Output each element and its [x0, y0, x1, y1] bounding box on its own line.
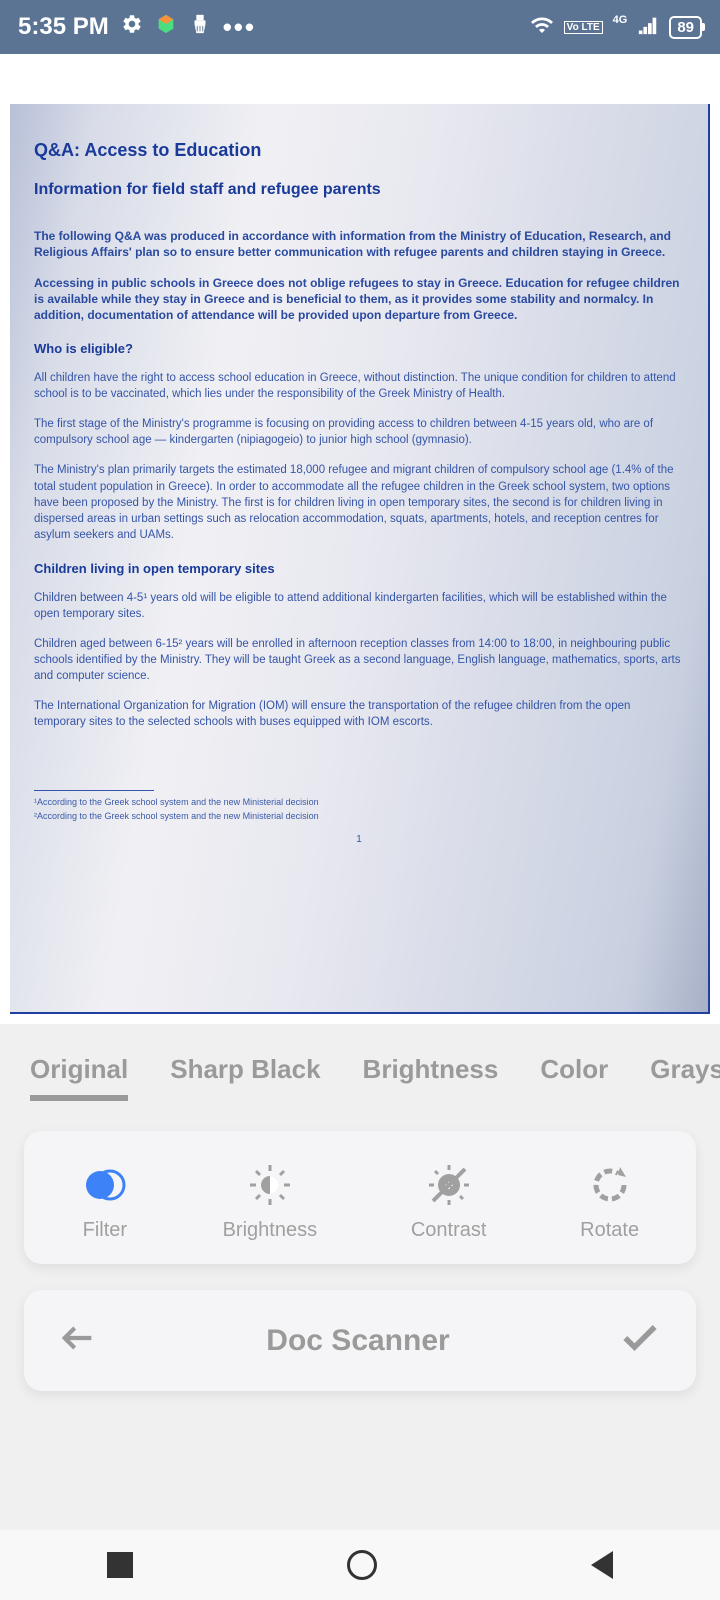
- footnote-rule: [34, 790, 154, 791]
- doc-section2-heading: Children living in open temporary sites: [34, 561, 684, 578]
- footnote-1: ¹According to the Greek school system an…: [34, 797, 684, 809]
- status-right: Vo LTE 4G 89: [530, 13, 702, 42]
- filter-tab-original[interactable]: Original: [30, 1054, 128, 1101]
- filter-tab-color[interactable]: Color: [540, 1054, 608, 1101]
- signal-icon: [637, 14, 659, 41]
- battery-indicator: 89: [669, 16, 702, 39]
- tools-panel: Filter Brightness + Contrast Rotate: [24, 1131, 696, 1264]
- home-button[interactable]: [347, 1550, 377, 1580]
- status-time: 5:35 PM: [18, 13, 109, 41]
- tool-contrast[interactable]: + Contrast: [411, 1161, 487, 1242]
- brightness-icon: [246, 1161, 294, 1209]
- volte-icon: Vo LTE: [564, 21, 603, 34]
- confirm-button[interactable]: [618, 1316, 662, 1365]
- back-nav-button[interactable]: [591, 1551, 613, 1579]
- bottom-action-bar: Doc Scanner: [24, 1290, 696, 1391]
- page-number: 1: [34, 833, 684, 846]
- filter-tab-sharpblack[interactable]: Sharp Black: [170, 1054, 320, 1101]
- recent-apps-button[interactable]: [107, 1552, 133, 1578]
- rotate-icon: [586, 1161, 634, 1209]
- footnote-2: ²According to the Greek school system an…: [34, 811, 684, 823]
- wifi-icon: [530, 13, 554, 42]
- doc-section1-heading: Who is eligible?: [34, 341, 684, 358]
- back-button[interactable]: [58, 1318, 98, 1363]
- filter-icon: [81, 1161, 129, 1209]
- tool-filter-label: Filter: [83, 1219, 127, 1242]
- status-bar: 5:35 PM ••• Vo LTE 4G 89: [0, 0, 720, 54]
- status-left: 5:35 PM •••: [18, 12, 256, 43]
- doc-intro-1: The following Q&A was produced in accord…: [34, 229, 684, 260]
- doc-section2-p2: Children aged between 6-15² years will b…: [34, 636, 684, 684]
- tool-contrast-label: Contrast: [411, 1219, 487, 1242]
- tool-rotate-label: Rotate: [580, 1219, 639, 1242]
- cleaner-icon: [189, 13, 211, 42]
- tool-brightness-label: Brightness: [223, 1219, 318, 1242]
- app-title: Doc Scanner: [266, 1324, 449, 1358]
- doc-section1-p1: All children have the right to access sc…: [34, 370, 684, 402]
- filter-tab-brightness[interactable]: Brightness: [363, 1054, 499, 1101]
- filter-tabs-row: Original Sharp Black Brightness Color Gr…: [0, 1024, 720, 1119]
- filter-tab-grayscale[interactable]: Grayscale: [650, 1054, 720, 1101]
- settings-icon: [121, 13, 143, 42]
- doc-section2-p1: Children between 4-5¹ years old will be …: [34, 590, 684, 622]
- scanned-document-page[interactable]: Q&A: Access to Education Information for…: [10, 104, 710, 1014]
- doc-section1-p2: The first stage of the Ministry's progra…: [34, 416, 684, 448]
- doc-title: Q&A: Access to Education: [34, 139, 684, 162]
- network-type: 4G: [613, 14, 628, 26]
- overflow-icon: •••: [223, 12, 256, 43]
- doc-section1-p3: The Ministry's plan primarily targets th…: [34, 462, 684, 542]
- tool-rotate[interactable]: Rotate: [580, 1161, 639, 1242]
- doc-subtitle: Information for field staff and refugee …: [34, 180, 684, 201]
- doc-intro-2: Accessing in public schools in Greece do…: [34, 276, 684, 323]
- doc-section2-p3: The International Organization for Migra…: [34, 698, 684, 730]
- app-icon: [155, 13, 177, 42]
- document-preview-area: Q&A: Access to Education Information for…: [0, 54, 720, 1024]
- tool-brightness[interactable]: Brightness: [223, 1161, 318, 1242]
- tool-filter[interactable]: Filter: [81, 1161, 129, 1242]
- contrast-icon: +: [425, 1161, 473, 1209]
- android-nav-bar: [0, 1530, 720, 1600]
